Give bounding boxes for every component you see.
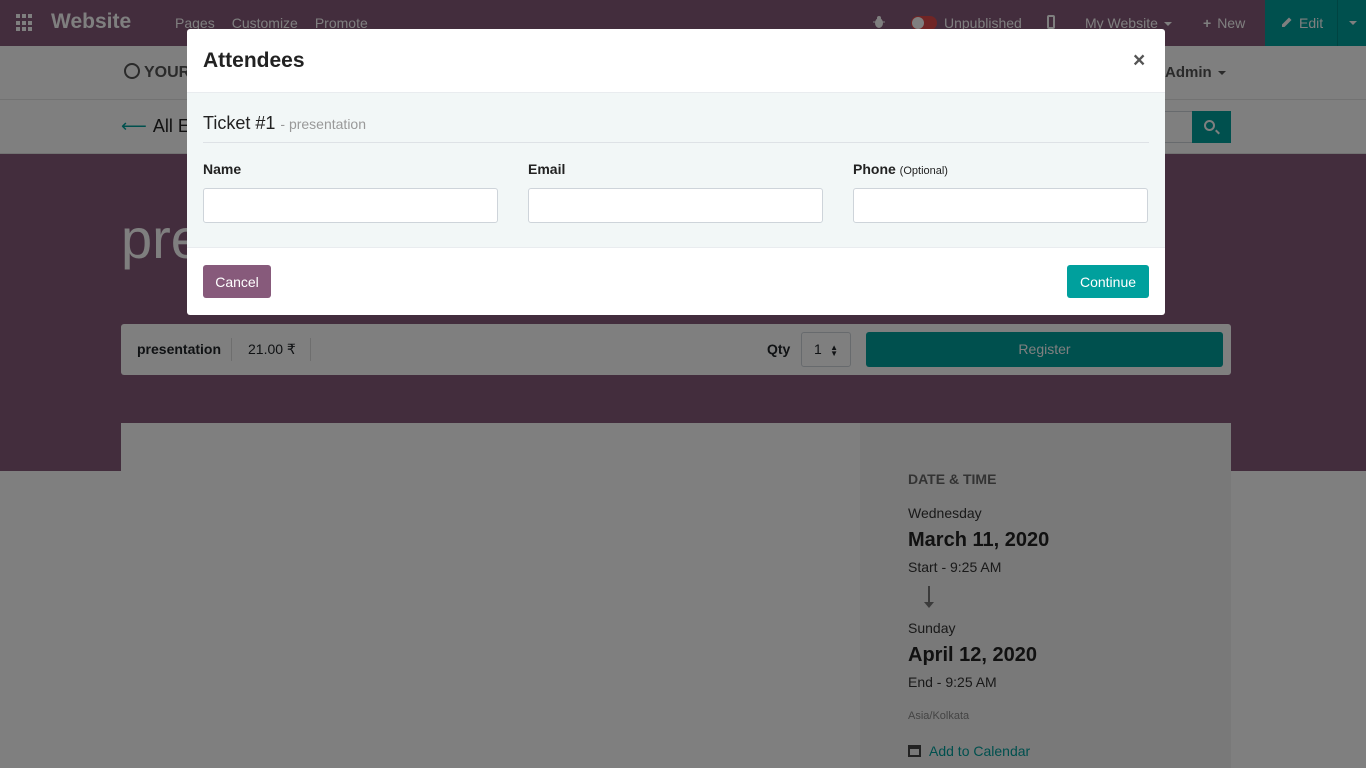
email-field[interactable] (528, 188, 823, 223)
ticket-number: Ticket #1 (203, 113, 276, 133)
ticket-subtitle: - presentation (280, 116, 366, 132)
continue-button[interactable]: Continue (1067, 265, 1149, 298)
ticket-divider (203, 142, 1149, 143)
modal-header: Attendees × (187, 29, 1165, 93)
close-icon[interactable]: × (1133, 49, 1145, 73)
phone-optional-note: (Optional) (899, 165, 948, 177)
email-label: Email (528, 161, 566, 177)
cancel-button[interactable]: Cancel (203, 265, 271, 298)
phone-label-text: Phone (853, 161, 896, 177)
name-label: Name (203, 161, 242, 177)
phone-label: Phone (Optional) (853, 161, 948, 177)
attendees-modal: Attendees × Ticket #1 - presentation Nam… (187, 29, 1165, 315)
modal-body: Ticket #1 - presentation Name Email Phon… (187, 93, 1165, 248)
name-field[interactable] (203, 188, 498, 223)
phone-field[interactable] (853, 188, 1148, 223)
ticket-heading: Ticket #1 - presentation (203, 113, 366, 134)
modal-title: Attendees (203, 49, 305, 72)
